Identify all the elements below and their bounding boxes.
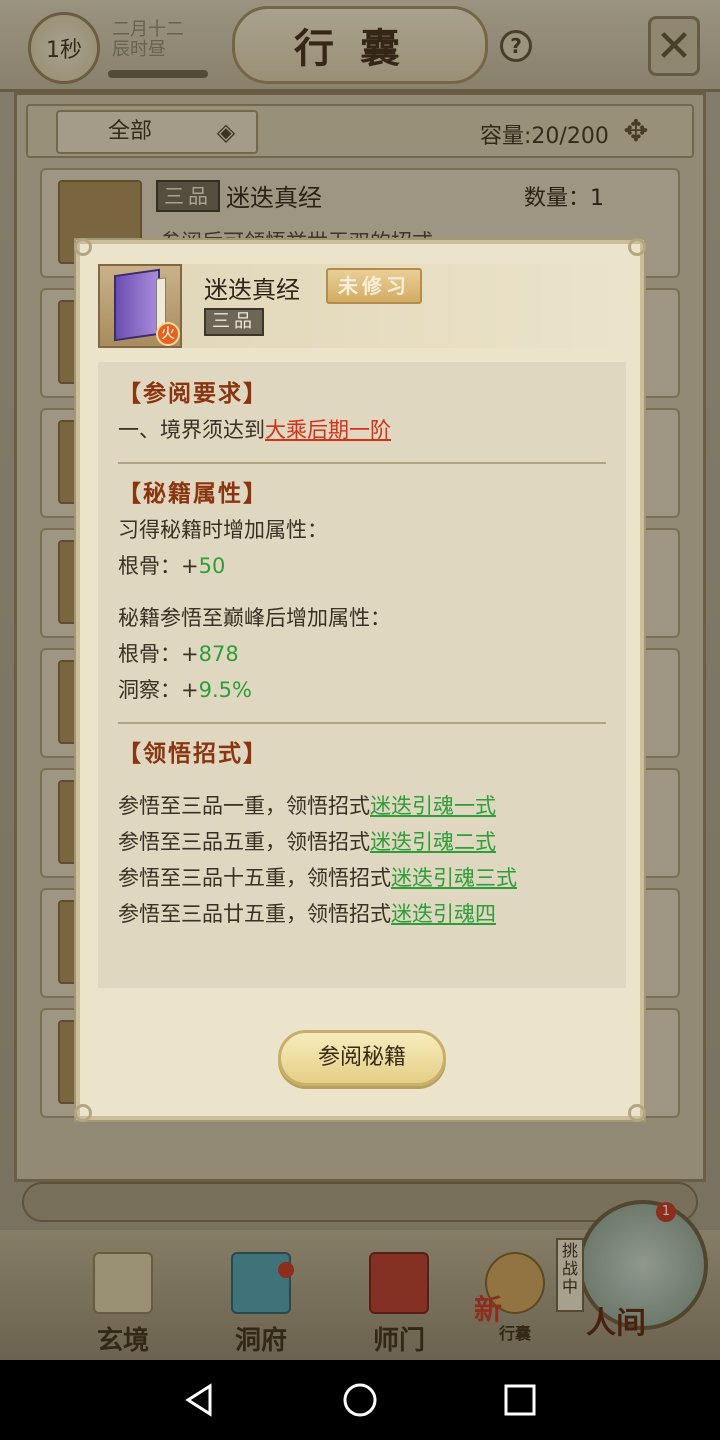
- book-icon: 火: [98, 264, 182, 348]
- divider: [118, 462, 606, 464]
- item-name: 迷迭真经: [204, 276, 300, 304]
- game-background: 1秒 二月十二 辰时昼 行囊 ? ✕ 全部 ◈ 容量:20/200 ✥ 三品 迷…: [0, 0, 720, 1360]
- attr-line: 根骨：+50: [118, 548, 606, 584]
- moves-title: 【领悟招式】: [118, 740, 268, 767]
- move-line: 参悟至三品五重，领悟招式迷迭引魂二式: [118, 824, 606, 860]
- requirement-prefix: 一、境界须达到: [118, 418, 265, 442]
- attr-value: 9.5%: [198, 678, 252, 702]
- move-link[interactable]: 迷迭引魂二式: [370, 830, 496, 854]
- status-badge: 未修习: [326, 268, 422, 304]
- attr-line: 洞察：+9.5%: [118, 672, 606, 708]
- move-line: 参悟至三品一重，领悟招式迷迭引魂一式: [118, 788, 606, 824]
- move-prefix: 参悟至三品廿五重，领悟招式: [118, 902, 391, 926]
- android-nav-bar: [0, 1360, 720, 1440]
- attr-value: 50: [198, 554, 226, 578]
- dialog-header: 火 迷迭真经 未修习 三品: [98, 264, 626, 348]
- read-book-button[interactable]: 参阅秘籍: [278, 1030, 446, 1086]
- corner-ornament: [74, 238, 92, 256]
- corner-ornament: [628, 238, 646, 256]
- learn-attr-label: 习得秘籍时增加属性：: [118, 518, 328, 542]
- requirement-title: 【参阅要求】: [118, 380, 268, 407]
- attribute-title: 【秘籍属性】: [118, 480, 268, 507]
- attr-line: 根骨：+878: [118, 636, 606, 672]
- detail-content[interactable]: 【参阅要求】 一、境界须达到大乘后期一阶 【秘籍属性】 习得秘籍时增加属性： 根…: [98, 362, 626, 988]
- recent-apps-icon[interactable]: [500, 1380, 540, 1420]
- grade-badge: 三品: [204, 308, 264, 336]
- home-icon[interactable]: [340, 1380, 380, 1420]
- corner-ornament: [628, 1104, 646, 1122]
- corner-ornament: [74, 1104, 92, 1122]
- divider: [118, 722, 606, 724]
- attr-name: 根骨：+: [118, 554, 199, 578]
- realm-requirement-link[interactable]: 大乘后期一阶: [265, 418, 391, 442]
- fire-element-badge: 火: [156, 322, 180, 346]
- move-prefix: 参悟至三品一重，领悟招式: [118, 794, 370, 818]
- move-link[interactable]: 迷迭引魂一式: [370, 794, 496, 818]
- move-line: 参悟至三品十五重，领悟招式迷迭引魂三式: [118, 860, 606, 896]
- move-prefix: 参悟至三品五重，领悟招式: [118, 830, 370, 854]
- move-link[interactable]: 迷迭引魂三式: [391, 866, 517, 890]
- item-detail-dialog: 火 迷迭真经 未修习 三品 【参阅要求】 一、境界须达到大乘后期一阶 【秘籍属性…: [74, 238, 646, 1122]
- attr-name: 根骨：+: [118, 642, 199, 666]
- book-cover: [114, 268, 160, 342]
- requirement-line: 一、境界须达到大乘后期一阶: [118, 412, 606, 448]
- back-icon[interactable]: [180, 1380, 220, 1420]
- peak-attr-label: 秘籍参悟至巅峰后增加属性：: [118, 606, 391, 630]
- move-prefix: 参悟至三品十五重，领悟招式: [118, 866, 391, 890]
- attr-value: 878: [198, 642, 239, 666]
- move-line: 参悟至三品廿五重，领悟招式迷迭引魂四: [118, 896, 606, 932]
- move-link[interactable]: 迷迭引魂四: [391, 902, 496, 926]
- attr-name: 洞察：+: [118, 678, 199, 702]
